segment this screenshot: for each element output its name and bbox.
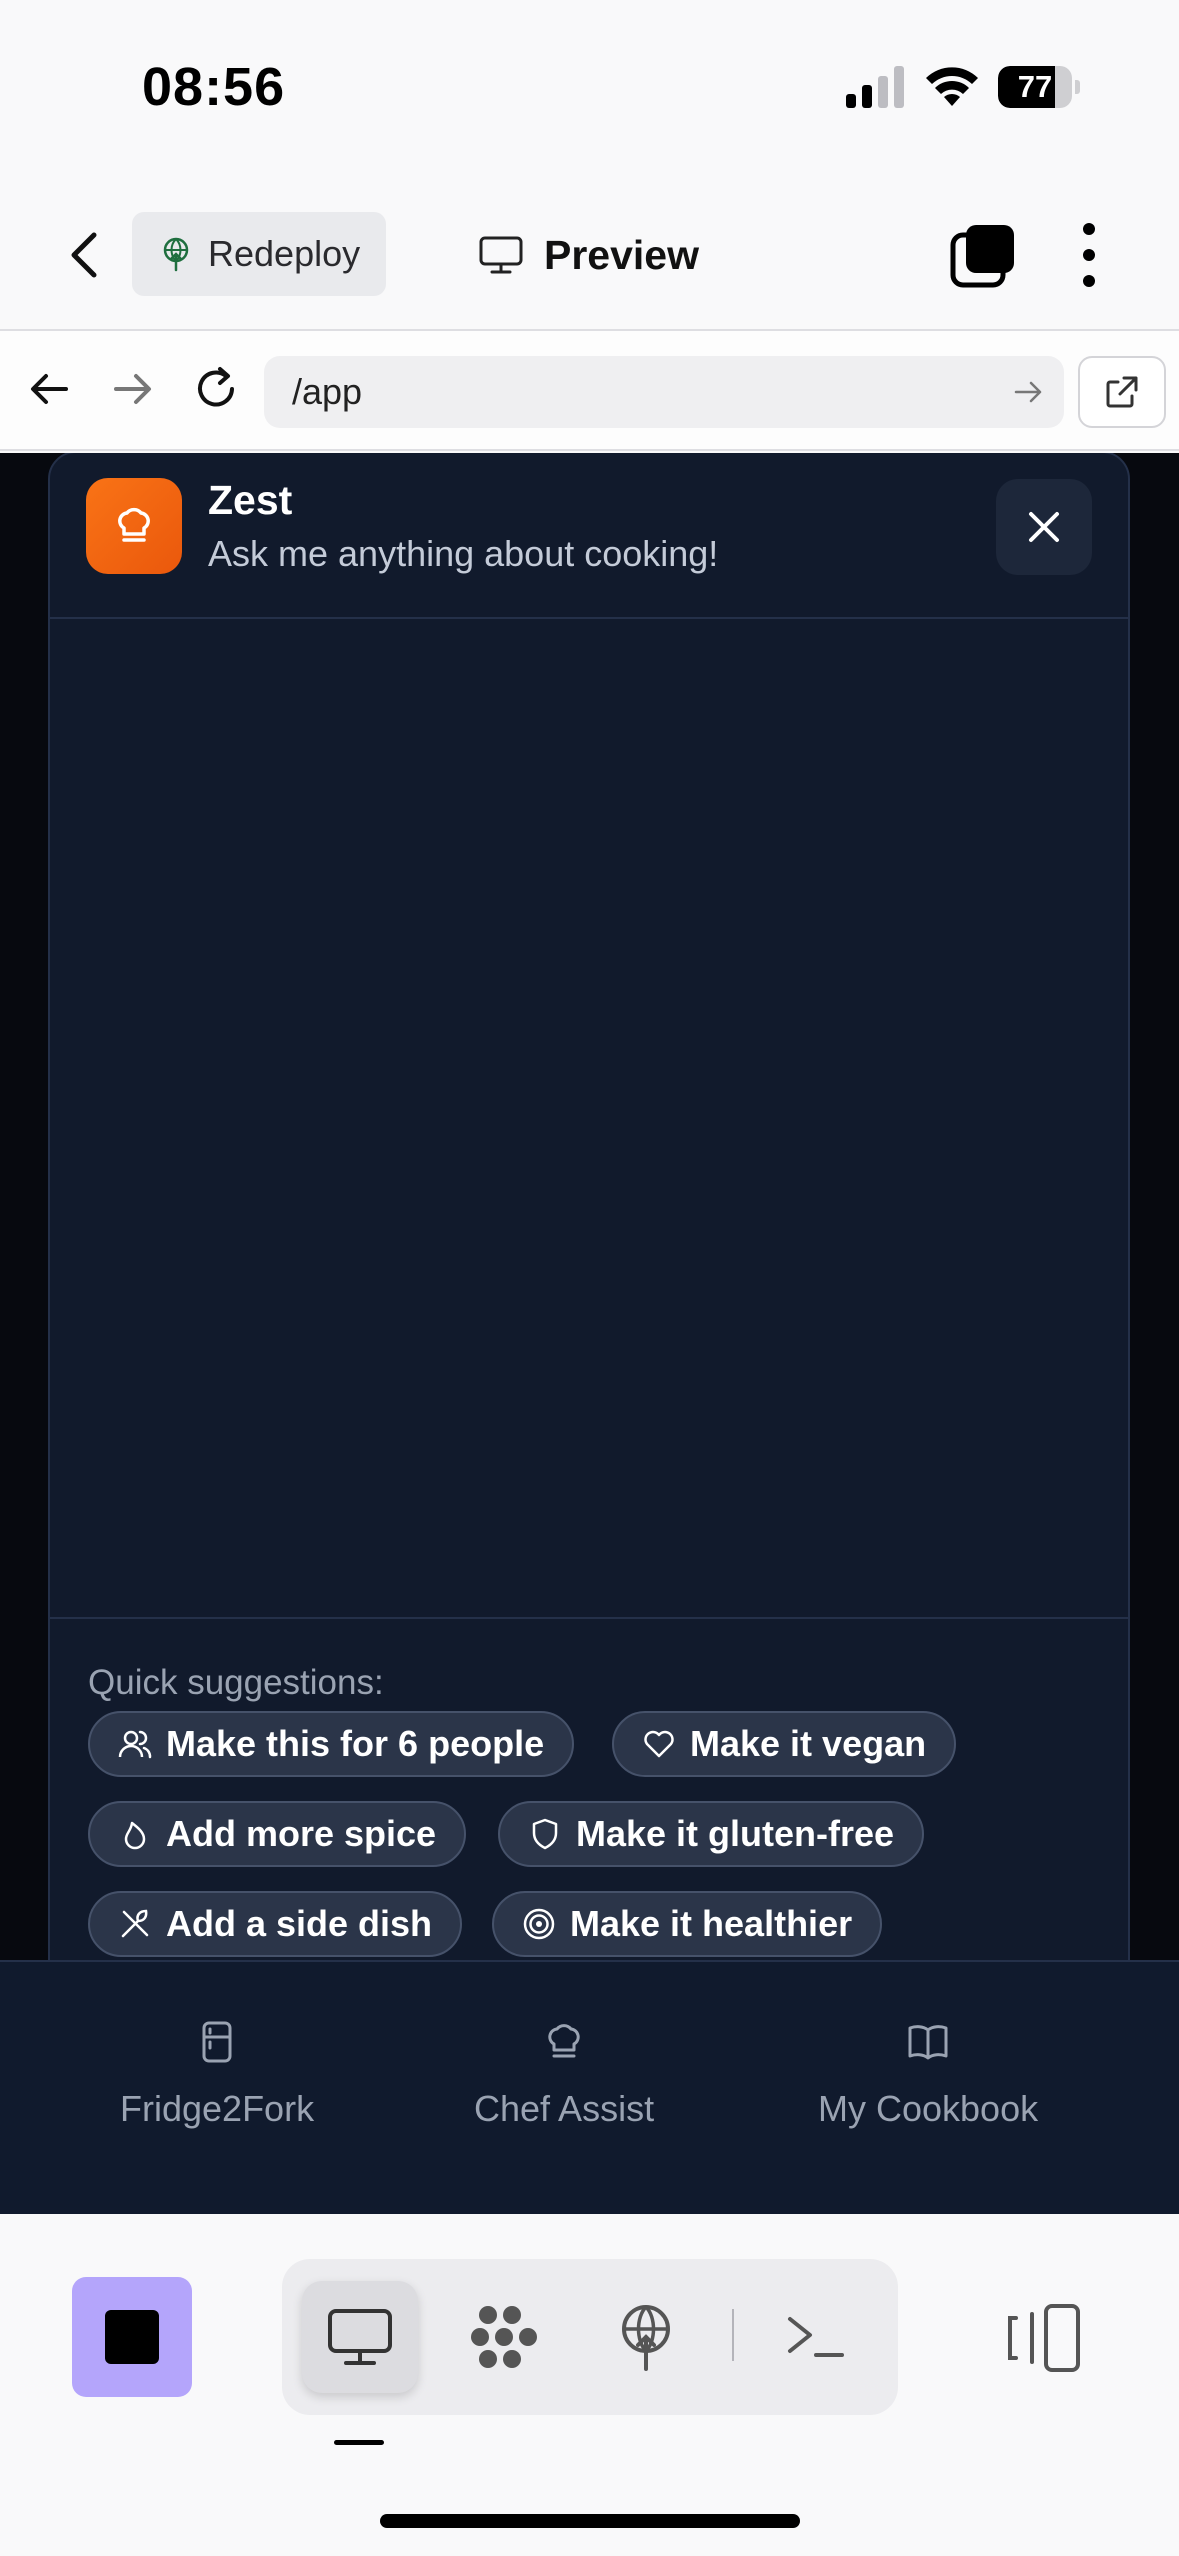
status-time: 08:56: [142, 57, 286, 117]
back-chevron-icon[interactable]: [56, 225, 116, 285]
close-chat-button[interactable]: [996, 479, 1092, 575]
deploy-tool-button[interactable]: [588, 2281, 704, 2393]
web-bottom-nav: Fridge2Fork Chef Assist My Cookbook: [0, 1960, 1179, 2214]
deploy-icon: [622, 2305, 670, 2371]
suggestion-chip[interactable]: Make it healthier: [492, 1891, 883, 1957]
stop-icon: [105, 2310, 159, 2364]
suggestions-heading: Quick suggestions:: [88, 1663, 384, 1702]
flame-icon: [124, 1821, 146, 1850]
url-text: /app: [292, 371, 363, 412]
nav-label: My Cookbook: [818, 2088, 1039, 2129]
tool-divider: [732, 2309, 734, 2361]
ide-toolbar: [0, 2214, 1179, 2556]
suggestion-chip[interactable]: Add more spice: [88, 1801, 467, 1867]
stop-button[interactable]: [72, 2277, 192, 2397]
suggestion-label: Make this for 6 people: [166, 1723, 545, 1764]
monitor-icon: [479, 236, 523, 274]
active-tool-indicator: [334, 2440, 384, 2445]
suggestion-label: Make it healthier: [570, 1903, 853, 1944]
tool-switcher: [282, 2259, 898, 2415]
chat-subtitle: Ask me anything about cooking!: [208, 533, 719, 574]
battery-icon: 77: [998, 66, 1080, 108]
suggestion-label: Make it gluten-free: [576, 1813, 895, 1854]
nav-item-my-cookbook[interactable]: My Cookbook: [818, 2020, 1038, 2130]
nav-item-chef-assist[interactable]: Chef Assist: [474, 2020, 654, 2130]
nav-item-fridge2fork[interactable]: Fridge2Fork: [120, 2020, 314, 2130]
deploy-globe-icon: [163, 237, 189, 272]
nav-label: Fridge2Fork: [120, 2088, 315, 2129]
tabs-icon[interactable]: [950, 223, 1016, 289]
nav-label: Chef Assist: [474, 2088, 655, 2129]
preview-tab[interactable]: Preview: [478, 215, 699, 295]
external-link-icon: [1106, 376, 1138, 408]
url-input[interactable]: /app: [264, 356, 1064, 428]
split-layout-icon[interactable]: [1006, 2298, 1086, 2378]
fridge-icon: [202, 2021, 232, 2063]
terminal-tool-button[interactable]: [758, 2281, 874, 2393]
suggestion-label: Make it vegan: [690, 1723, 927, 1764]
chef-avatar: [86, 478, 182, 574]
suggestion-chip[interactable]: Add a side dish: [88, 1891, 463, 1957]
workspace-tool-button[interactable]: [446, 2281, 562, 2393]
redeploy-button[interactable]: Redeploy: [132, 212, 386, 296]
shield-icon: [532, 1818, 558, 1850]
home-indicator: [380, 2514, 800, 2528]
wifi-icon: [926, 67, 978, 106]
utensils-icon: [121, 1909, 149, 1938]
go-arrow-icon[interactable]: [1012, 376, 1044, 408]
chat-messages: [50, 619, 1128, 1619]
preview-tool-button[interactable]: [302, 2281, 418, 2393]
suggestion-chip[interactable]: Make this for 6 people: [88, 1711, 575, 1777]
heart-icon: [644, 1730, 674, 1758]
chat-panel: Zest Ask me anything about cooking! Quic…: [48, 453, 1130, 1960]
cellular-signal-icon: [846, 66, 904, 108]
web-preview: Zest Ask me anything about cooking! Quic…: [0, 453, 1179, 1960]
browser-bar: /app: [0, 331, 1179, 451]
refresh-icon[interactable]: [190, 363, 242, 415]
more-vertical-icon[interactable]: [1070, 221, 1108, 289]
chef-hat-icon: [548, 2024, 580, 2058]
arrow-right-icon[interactable]: [106, 363, 158, 415]
chat-header: Zest Ask me anything about cooking!: [50, 453, 1128, 619]
chef-hat-icon: [118, 507, 150, 542]
battery-level: 77: [1017, 69, 1053, 104]
preview-icon: [328, 2309, 392, 2365]
preview-label: Preview: [544, 231, 699, 278]
book-icon: [908, 2025, 948, 2060]
quick-suggestions: Quick suggestions: Make this for 6 peopl…: [50, 1621, 1128, 1960]
users-icon: [118, 1730, 152, 1759]
chat-title: Zest: [208, 477, 293, 523]
suggestion-label: Add a side dish: [166, 1903, 433, 1944]
suggestion-chip[interactable]: Make it vegan: [612, 1711, 957, 1777]
open-external-button[interactable]: [1078, 356, 1166, 428]
workspace-icon: [471, 2306, 537, 2368]
arrow-left-icon[interactable]: [24, 363, 76, 415]
suggestion-label: Add more spice: [166, 1813, 437, 1854]
terminal-icon: [788, 2317, 844, 2357]
app-top-bar: Redeploy Preview: [0, 175, 1179, 331]
target-icon: [523, 1908, 555, 1940]
redeploy-label: Redeploy: [208, 233, 361, 274]
close-icon: [1029, 512, 1059, 542]
status-bar: 08:56 77: [0, 0, 1179, 175]
suggestion-chip[interactable]: Make it gluten-free: [498, 1801, 925, 1867]
